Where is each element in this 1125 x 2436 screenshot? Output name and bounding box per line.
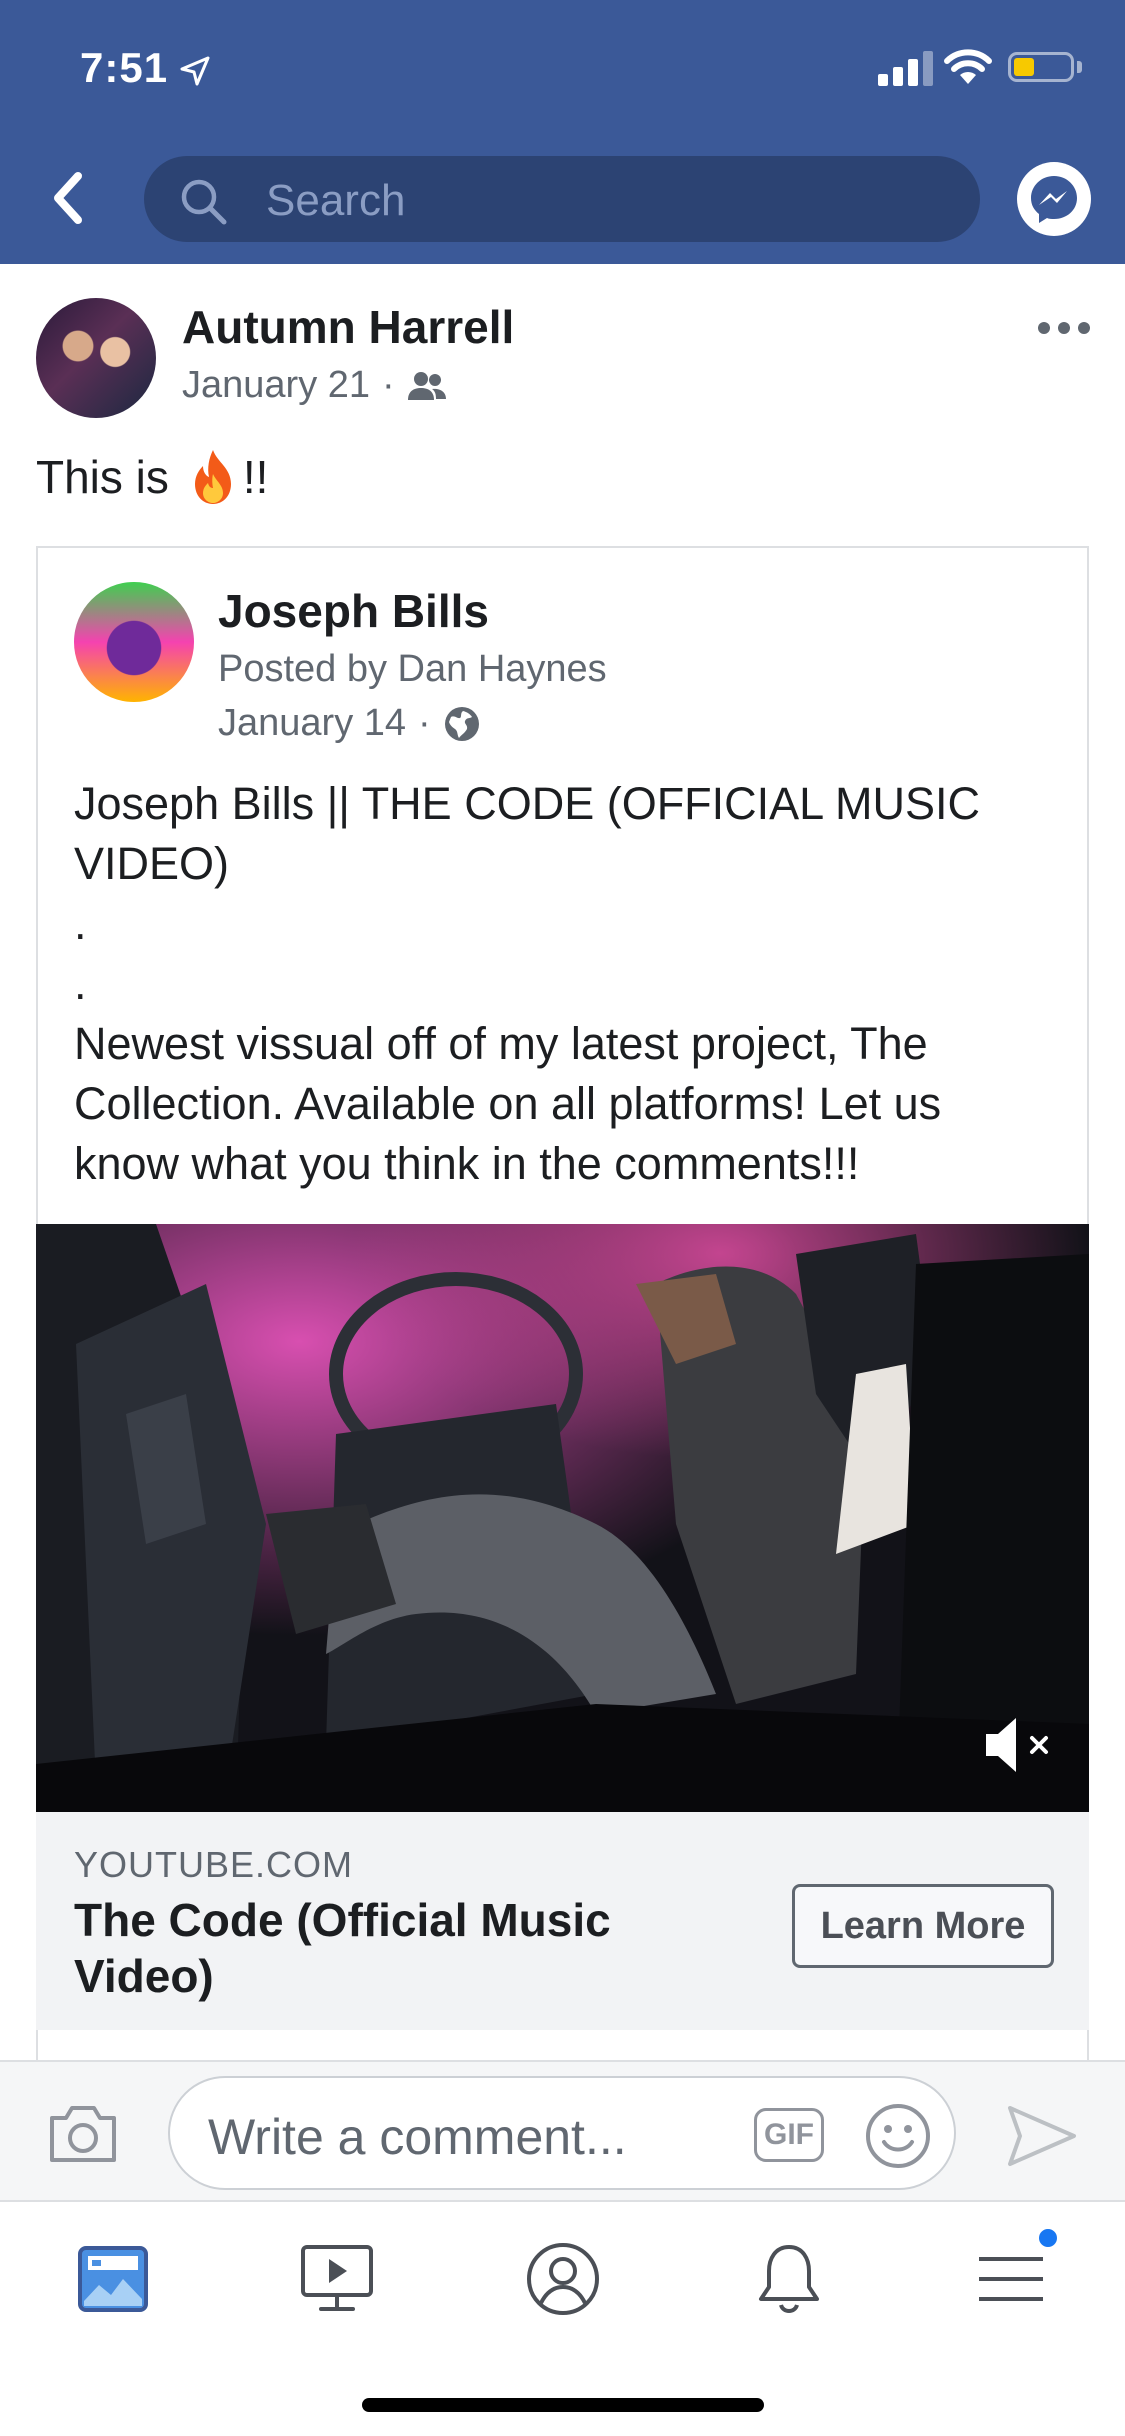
link-title[interactable]: The Code (Official Music Video) — [74, 1892, 694, 2004]
search-input[interactable]: Search — [144, 156, 980, 242]
messenger-icon — [1031, 176, 1077, 223]
search-placeholder: Search — [266, 176, 406, 225]
shared-post-meta: January 14 · — [218, 702, 481, 745]
fire-emoji-icon — [194, 450, 231, 504]
battery-level — [1014, 58, 1034, 76]
watch-video-icon — [301, 2245, 373, 2311]
body-line: Collection. Available on all platforms! … — [74, 1078, 942, 1129]
comment-input[interactable]: Write a comment... GIF — [168, 2076, 956, 2190]
video-frame-image — [36, 1224, 1089, 1812]
shared-posted-by: Posted by Dan Haynes — [218, 648, 607, 690]
body-line: . — [74, 898, 87, 949]
post-author-name[interactable]: Autumn Harrell — [182, 300, 514, 354]
nav-profile[interactable] — [518, 2234, 608, 2324]
body-line: Newest vissual off of my latest project,… — [74, 1018, 928, 1069]
post-date[interactable]: January 21 — [182, 364, 370, 407]
link-preview[interactable]: YOUTUBE.COM The Code (Official Music Vid… — [36, 1812, 1089, 2030]
cellular-signal-icon — [878, 51, 933, 86]
menu-notification-badge — [1036, 2226, 1060, 2250]
shared-post-date[interactable]: January 14 — [218, 702, 406, 745]
link-domain: YOUTUBE.COM — [74, 1844, 354, 1885]
comment-bar: Write a comment... GIF — [0, 2060, 1125, 2202]
camera-icon[interactable] — [46, 2102, 120, 2166]
status-time: 7:51 — [80, 44, 169, 91]
profile-icon — [527, 2243, 599, 2315]
bell-icon — [759, 2245, 819, 2313]
news-feed-icon — [78, 2246, 148, 2312]
battery-icon — [1008, 52, 1074, 82]
nav-news-feed[interactable] — [68, 2234, 158, 2324]
battery-tip — [1077, 61, 1082, 73]
body-line: . — [74, 958, 87, 1009]
body-line: VIDEO) — [74, 838, 230, 889]
globe-public-icon[interactable] — [443, 705, 481, 743]
shared-author-name[interactable]: Joseph Bills — [218, 584, 489, 638]
shared-author-avatar[interactable] — [74, 582, 194, 702]
location-arrow-icon — [180, 56, 210, 86]
wifi-icon — [944, 49, 992, 84]
body-line: know what you think in the comments!!! — [74, 1138, 860, 1189]
meta-separator: · — [418, 702, 431, 744]
home-indicator[interactable] — [362, 2398, 764, 2412]
more-options-button[interactable] — [1036, 318, 1092, 338]
meta-separator: · — [382, 364, 395, 406]
post-meta: January 21 · — [182, 364, 447, 407]
learn-more-button[interactable]: Learn More — [792, 1884, 1054, 1968]
back-button[interactable] — [44, 162, 94, 236]
body-line: Joseph Bills || THE CODE (OFFICIAL MUSIC — [74, 778, 981, 829]
video-player[interactable] — [36, 1224, 1089, 1812]
post-text-prefix: This is — [36, 451, 169, 503]
shared-post-card[interactable]: Joseph Bills Posted by Dan Haynes Januar… — [36, 546, 1089, 2066]
hamburger-menu-icon — [979, 2257, 1043, 2301]
nav-notifications[interactable] — [744, 2234, 834, 2324]
post-text-suffix: !! — [242, 451, 269, 503]
messenger-button[interactable] — [1017, 162, 1091, 236]
gif-button[interactable]: GIF — [754, 2108, 824, 2162]
friends-audience-icon[interactable] — [407, 370, 447, 402]
search-icon — [181, 179, 227, 225]
mute-toggle-icon[interactable] — [980, 1710, 1060, 1780]
author-avatar[interactable] — [36, 298, 156, 418]
send-icon[interactable] — [1006, 2104, 1078, 2168]
emoji-icon[interactable] — [864, 2102, 932, 2170]
top-header: 7:51 Search — [0, 0, 1125, 264]
post-text: This is !! — [36, 448, 268, 506]
comment-placeholder: Write a comment... — [208, 2109, 627, 2165]
nav-watch[interactable] — [292, 2234, 382, 2324]
shared-post-body: Joseph Bills || THE CODE (OFFICIAL MUSIC… — [74, 774, 1064, 1194]
